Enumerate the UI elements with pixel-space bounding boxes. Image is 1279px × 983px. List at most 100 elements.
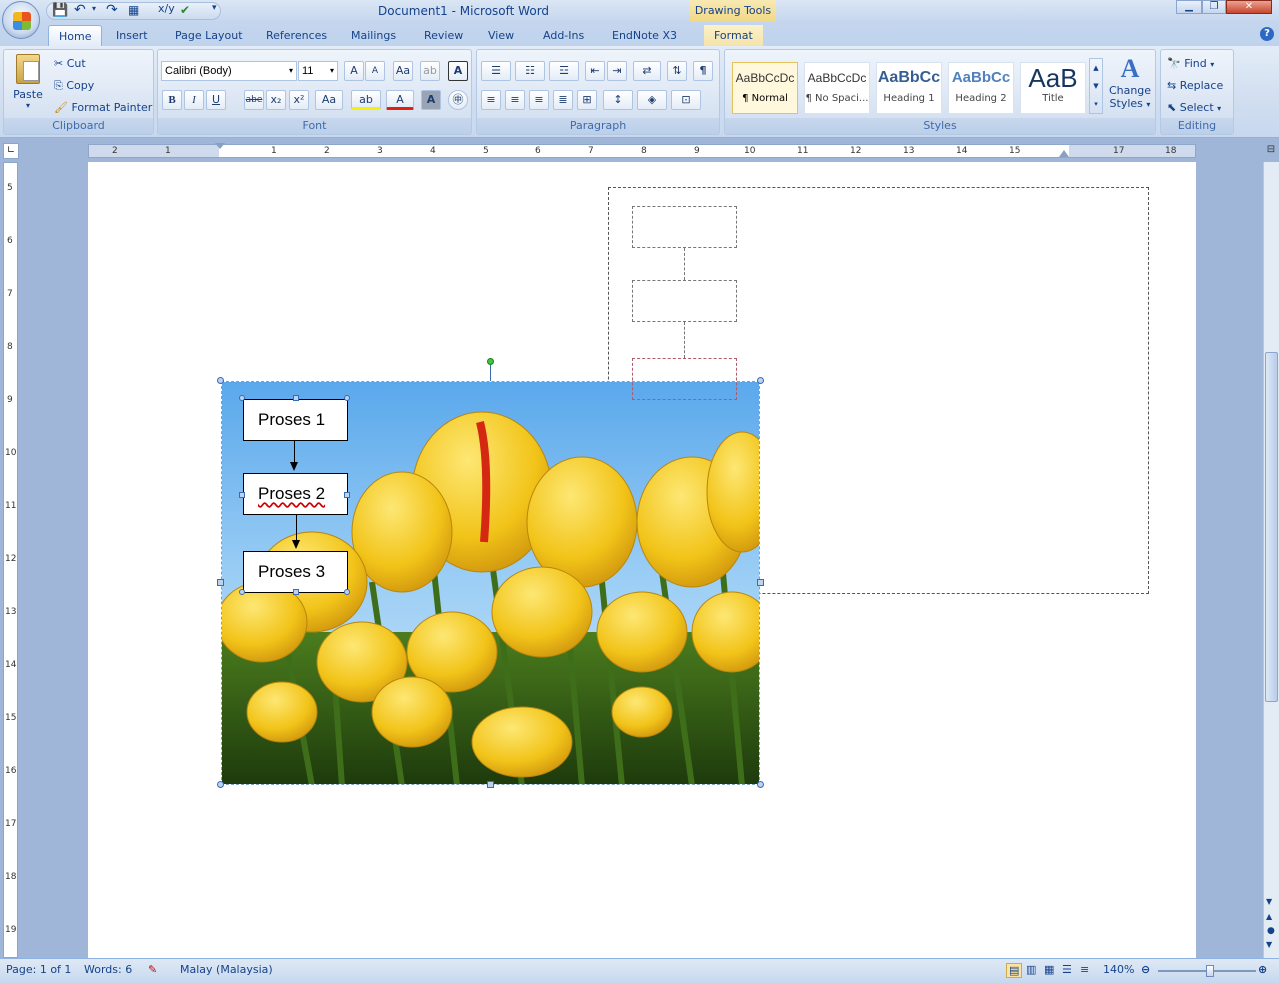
- tab-home[interactable]: Home: [48, 25, 103, 46]
- horizontal-ruler[interactable]: 2 1 1 2 3 4 5 6 7 8 9 10 11 12 13 14 15 …: [88, 143, 1196, 158]
- replace-button[interactable]: ⇆ Replace: [1167, 79, 1223, 92]
- full-screen-reading-icon[interactable]: ▥: [1026, 963, 1036, 976]
- process-box-2[interactable]: Proses 2: [243, 473, 348, 515]
- style-normal[interactable]: AaBbCcDc ¶ Normal: [732, 62, 798, 114]
- indent-marker[interactable]: [215, 143, 225, 149]
- language[interactable]: Malay (Malaysia): [180, 963, 273, 976]
- table-icon[interactable]: ▦: [128, 3, 139, 17]
- styles-scroll[interactable]: ▲ ▼ ▾: [1089, 58, 1103, 114]
- resize-handle-mr[interactable]: [757, 579, 764, 586]
- highlight-button[interactable]: ab: [351, 90, 381, 110]
- process-box-3[interactable]: Proses 3: [243, 551, 348, 593]
- customize-toolbar-icon[interactable]: ▾: [212, 3, 217, 13]
- help-icon[interactable]: ?: [1260, 27, 1274, 41]
- tab-endnote[interactable]: EndNote X3: [602, 25, 687, 46]
- resize-handle-tr[interactable]: [757, 377, 764, 384]
- grow-font-button[interactable]: A: [344, 61, 364, 81]
- style-heading-2[interactable]: AaBbCc Heading 2: [948, 62, 1014, 114]
- shape-handle[interactable]: [344, 492, 350, 498]
- draft-icon[interactable]: ≡: [1080, 963, 1089, 976]
- bullets-button[interactable]: ☰: [481, 61, 511, 81]
- tab-selector-button[interactable]: ∟: [3, 143, 19, 159]
- change-styles-button[interactable]: A Change Styles ▾: [1107, 54, 1153, 110]
- smartart-shape-3[interactable]: [632, 358, 737, 400]
- scroll-thumb[interactable]: [1265, 352, 1278, 702]
- bold-button[interactable]: B: [162, 90, 182, 110]
- copy-button[interactable]: ⎘ Copy: [54, 79, 94, 93]
- undo-icon[interactable]: ↶: [74, 2, 86, 18]
- vertical-ruler[interactable]: 5 6 7 8 9 10 11 12 13 14 15 16 17 18 19: [3, 162, 18, 958]
- print-layout-icon[interactable]: ▤: [1006, 963, 1023, 978]
- minimize-button[interactable]: ▁: [1176, 0, 1202, 14]
- web-layout-icon[interactable]: ▦: [1044, 963, 1054, 976]
- style-heading-1[interactable]: AaBbCc Heading 1: [876, 62, 942, 114]
- resize-handle-bm[interactable]: [487, 781, 494, 788]
- resize-handle-br[interactable]: [757, 781, 764, 788]
- smartart-shape-2[interactable]: [632, 280, 737, 322]
- zoom-level[interactable]: 140%: [1103, 963, 1134, 976]
- show-formatting-button[interactable]: ¶: [693, 61, 713, 81]
- enclose-characters-button[interactable]: ㊥: [448, 90, 468, 110]
- line-spacing-button[interactable]: ↕: [603, 90, 633, 110]
- increase-indent-button[interactable]: ⇥: [607, 61, 627, 81]
- numbering-button[interactable]: ☷: [515, 61, 545, 81]
- resize-handle-tl[interactable]: [217, 377, 224, 384]
- decrease-indent-button[interactable]: ⇤: [585, 61, 605, 81]
- redo-icon[interactable]: ↷: [106, 2, 118, 18]
- font-color-button[interactable]: A: [386, 90, 414, 110]
- font-size-combo[interactable]: 11 ▾: [298, 61, 338, 81]
- document-page[interactable]: Proses 1 Proses 2 Proses 3: [88, 162, 1196, 958]
- strikethrough-button[interactable]: abe: [244, 90, 264, 110]
- zoom-slider-thumb[interactable]: [1206, 965, 1214, 977]
- tab-format[interactable]: Format: [704, 25, 763, 46]
- tab-references[interactable]: References: [256, 25, 337, 46]
- distributed-button[interactable]: ⊞: [577, 90, 597, 110]
- zoom-out-icon[interactable]: ⊖: [1141, 963, 1150, 976]
- format-painter-button[interactable]: 🖌 Format Painter: [54, 101, 152, 114]
- vertical-scrollbar[interactable]: ▼ ▲ ● ▼: [1263, 162, 1279, 958]
- tab-insert[interactable]: Insert: [106, 25, 158, 46]
- italic-button[interactable]: I: [184, 90, 204, 110]
- superscript-button[interactable]: x²: [289, 90, 309, 110]
- font-name-combo[interactable]: Calibri (Body) ▾: [161, 61, 297, 81]
- borders-button[interactable]: ⊡: [671, 90, 701, 110]
- save-icon[interactable]: 💾: [52, 3, 68, 18]
- resize-handle-ml[interactable]: [217, 579, 224, 586]
- multilevel-list-button[interactable]: ☲: [549, 61, 579, 81]
- dropdown-arrow-icon[interactable]: ▾: [92, 4, 96, 13]
- page-count[interactable]: Page: 1 of 1: [6, 963, 71, 976]
- character-shading-button[interactable]: A: [421, 90, 441, 110]
- change-case-button[interactable]: Aa: [315, 90, 343, 110]
- shape-handle[interactable]: [344, 395, 350, 401]
- justify-button[interactable]: ≣: [553, 90, 573, 110]
- zoom-in-icon[interactable]: ⊕: [1258, 963, 1267, 976]
- character-border-button[interactable]: A: [448, 61, 468, 81]
- clear-formatting-button[interactable]: Aa: [393, 61, 413, 81]
- style-no-spacing[interactable]: AaBbCcDc ¶ No Spaci...: [804, 62, 870, 114]
- restore-button[interactable]: ❐: [1202, 0, 1226, 14]
- shape-handle[interactable]: [239, 589, 245, 595]
- rotation-handle[interactable]: [487, 358, 494, 365]
- tab-review[interactable]: Review: [414, 25, 473, 46]
- shape-handle[interactable]: [344, 589, 350, 595]
- close-button[interactable]: ✕: [1226, 0, 1272, 14]
- tab-add-ins[interactable]: Add-Ins: [533, 25, 594, 46]
- tab-mailings[interactable]: Mailings: [341, 25, 406, 46]
- select-browse-object-icon[interactable]: ●: [1267, 926, 1275, 936]
- view-ruler-icon[interactable]: ⊟: [1263, 144, 1279, 160]
- outline-icon[interactable]: ☰: [1062, 963, 1072, 976]
- shape-handle[interactable]: [239, 395, 245, 401]
- next-page-icon[interactable]: ▼: [1266, 940, 1272, 949]
- shape-handle[interactable]: [293, 589, 299, 595]
- underline-button[interactable]: U: [206, 90, 226, 110]
- text-direction-button[interactable]: ⇄: [633, 61, 661, 81]
- select-button[interactable]: ⬉ Select ▾: [1167, 101, 1221, 114]
- tab-view[interactable]: View: [478, 25, 524, 46]
- shape-handle[interactable]: [239, 492, 245, 498]
- word-count[interactable]: Words: 6: [84, 963, 132, 976]
- process-box-1[interactable]: Proses 1: [243, 399, 348, 441]
- cut-button[interactable]: ✂ Cut: [54, 57, 86, 70]
- style-title[interactable]: AaB Title: [1020, 62, 1086, 114]
- sort-button[interactable]: ⇅: [667, 61, 687, 81]
- previous-page-icon[interactable]: ▲: [1266, 912, 1272, 921]
